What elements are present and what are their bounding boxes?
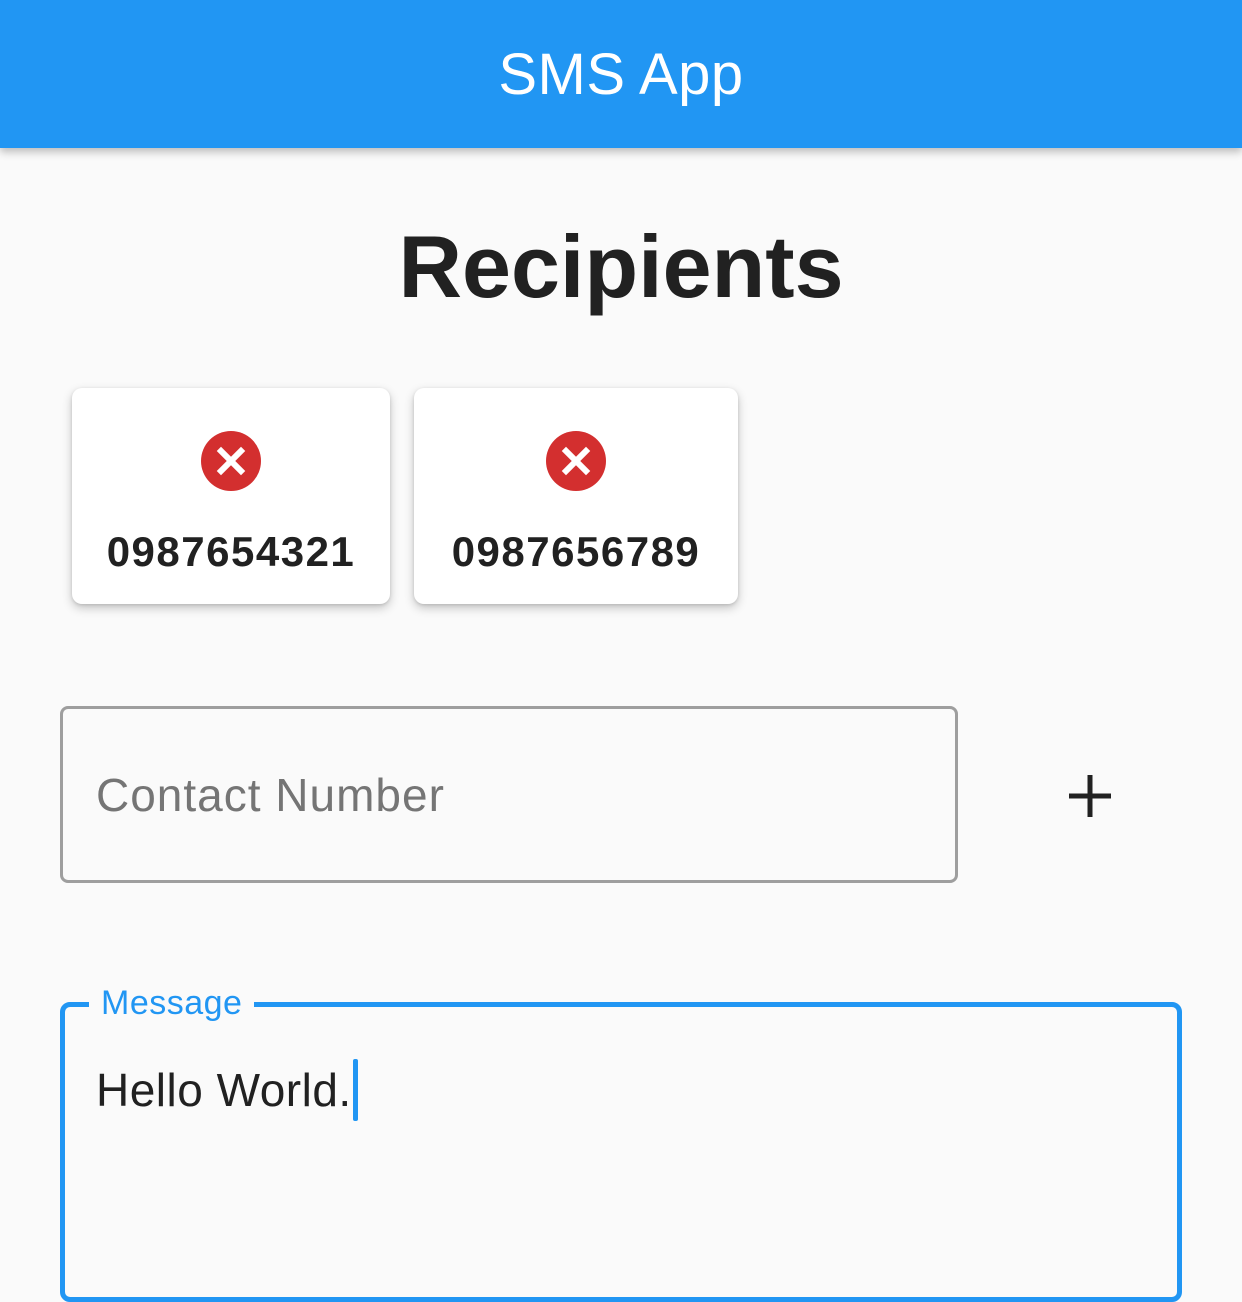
recipients-heading: Recipients — [398, 217, 844, 316]
message-field[interactable]: Message Hello World. — [60, 981, 1182, 1302]
recipient-chip: 0987656789 — [414, 388, 738, 604]
close-icon — [216, 446, 246, 476]
plus-icon — [1069, 775, 1111, 817]
recipient-chip: 0987654321 — [72, 388, 390, 604]
remove-recipient-icon[interactable] — [546, 431, 606, 491]
main-content: Recipients 0987654321 0987656789 Message — [0, 148, 1242, 1302]
recipient-number: 0987654321 — [106, 528, 356, 575]
text-cursor — [352, 1059, 358, 1121]
message-text: Hello World. — [96, 1064, 352, 1116]
recipient-number: 0987656789 — [451, 528, 701, 575]
add-recipient-button[interactable] — [1040, 746, 1140, 846]
message-label: Message — [89, 981, 255, 1025]
app-bar: SMS App — [0, 0, 1242, 148]
contact-number-field[interactable] — [60, 706, 958, 883]
contact-number-input[interactable] — [96, 709, 916, 880]
message-input[interactable]: Hello World. — [96, 1059, 358, 1121]
app-title: SMS App — [498, 41, 744, 107]
close-icon — [561, 446, 591, 476]
remove-recipient-icon[interactable] — [201, 431, 261, 491]
